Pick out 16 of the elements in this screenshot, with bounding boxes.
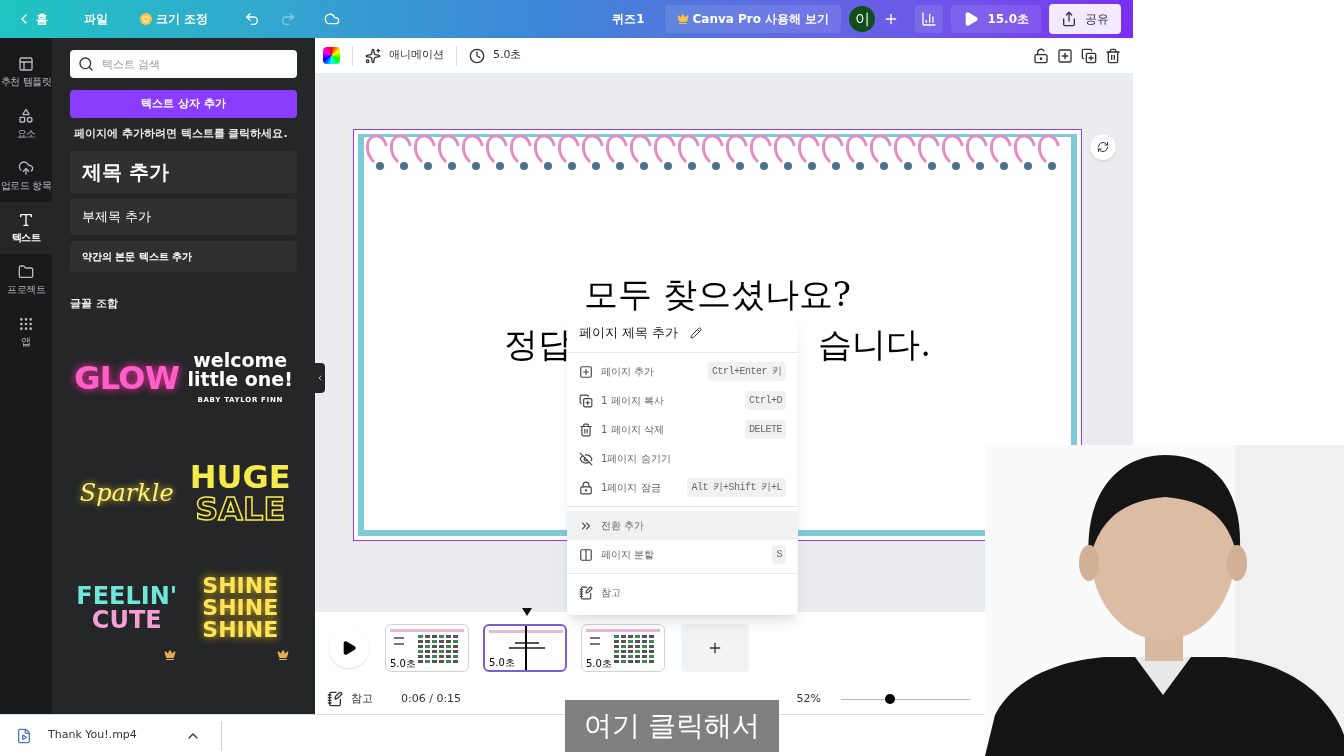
shortcut-badge: Alt 키+Shift 키+L (687, 478, 786, 497)
video-subtitle: 여기 클릭해서 (565, 700, 779, 752)
slide-text: 정답 (504, 327, 572, 361)
duration-label: 5.0초 (586, 656, 612, 671)
playback-time: 0:06 / 0:15 (401, 690, 462, 707)
duration-label: 5.0초 (489, 655, 515, 670)
shortcut-badge: DELETE (745, 420, 786, 439)
slide-heading: 모두 찾으셨나요? (583, 277, 851, 311)
shortcut-badge: Ctrl+Enter 키 (708, 362, 786, 381)
duration-label: 5.0초 (390, 656, 416, 671)
slide-text: 습니다. (818, 327, 931, 361)
shortcut-badge: S (772, 545, 786, 564)
zoom-percent: 52% (796, 690, 821, 707)
section-heading: 글꼴 조합 (70, 295, 119, 312)
panel-hint: 페이지에 추가하려면 텍스트를 클릭하세요. (74, 126, 289, 142)
shortcut-badge: Ctrl+D (745, 391, 786, 410)
